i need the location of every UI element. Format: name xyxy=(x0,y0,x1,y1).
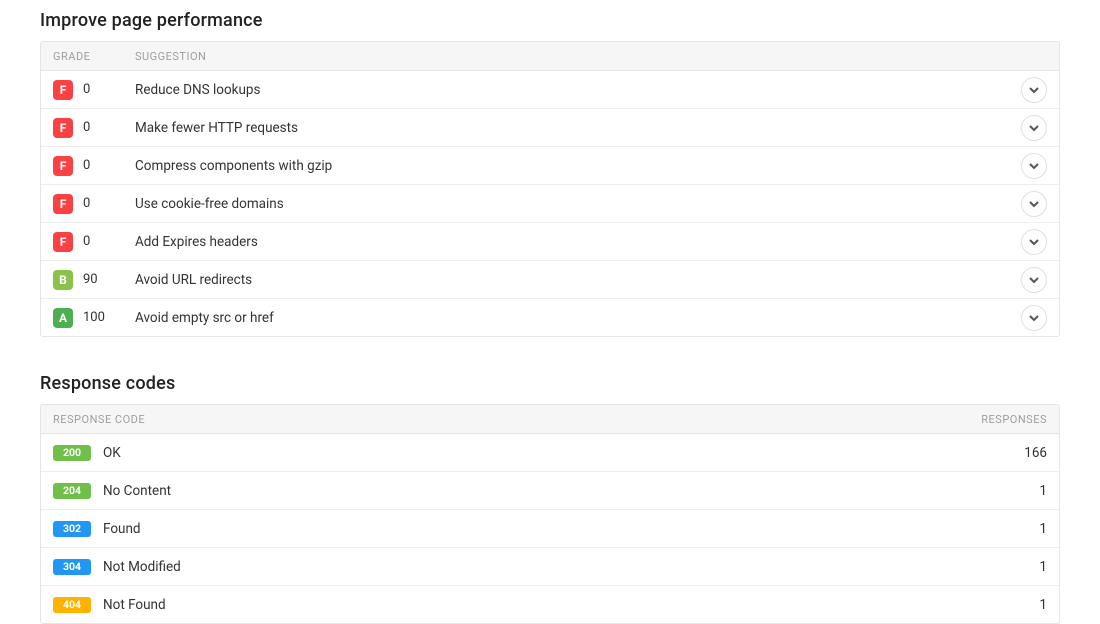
suggestion-text: Avoid URL redirects xyxy=(135,272,1021,288)
responses-header-code: RESPONSE CODE xyxy=(53,413,981,426)
expand-button[interactable] xyxy=(1021,305,1047,331)
response-row: 204 No Content 1 xyxy=(41,472,1059,510)
response-code-badge: 304 xyxy=(53,559,91,575)
grade-score: 100 xyxy=(83,310,105,325)
grade-score: 0 xyxy=(83,82,90,97)
chevron-down-icon xyxy=(1029,123,1039,133)
response-row: 302 Found 1 xyxy=(41,510,1059,548)
grade-badge: B xyxy=(53,270,73,290)
performance-panel: GRADE SUGGESTION F 0 Reduce DNS lookups … xyxy=(40,41,1060,337)
grade-score: 0 xyxy=(83,196,90,211)
performance-row[interactable]: F 0 Make fewer HTTP requests xyxy=(41,109,1059,147)
grade-badge: F xyxy=(53,80,73,100)
performance-row[interactable]: F 0 Compress components with gzip xyxy=(41,147,1059,185)
response-count: 1 xyxy=(987,521,1047,537)
expand-button[interactable] xyxy=(1021,191,1047,217)
response-row: 200 OK 166 xyxy=(41,434,1059,472)
chevron-down-icon xyxy=(1029,199,1039,209)
grade-badge: A xyxy=(53,308,73,328)
chevron-down-icon xyxy=(1029,313,1039,323)
suggestion-text: Make fewer HTTP requests xyxy=(135,120,1021,136)
expand-button[interactable] xyxy=(1021,115,1047,141)
response-row: 404 Not Found 1 xyxy=(41,586,1059,623)
chevron-down-icon xyxy=(1029,275,1039,285)
grade-score: 0 xyxy=(83,158,90,173)
grade-score: 0 xyxy=(83,120,90,135)
responses-header-row: RESPONSE CODE RESPONSES xyxy=(41,405,1059,434)
response-code-text: Not Modified xyxy=(103,559,181,575)
performance-row[interactable]: F 0 Reduce DNS lookups xyxy=(41,71,1059,109)
grade-score: 90 xyxy=(83,272,98,287)
expand-button[interactable] xyxy=(1021,77,1047,103)
response-code-badge: 302 xyxy=(53,521,91,537)
performance-header-row: GRADE SUGGESTION xyxy=(41,42,1059,71)
chevron-down-icon xyxy=(1029,161,1039,171)
response-code-text: No Content xyxy=(103,483,171,499)
response-count: 1 xyxy=(987,483,1047,499)
response-count: 166 xyxy=(987,445,1047,461)
performance-row[interactable]: B 90 Avoid URL redirects xyxy=(41,261,1059,299)
response-count: 1 xyxy=(987,559,1047,575)
performance-header-suggestion: SUGGESTION xyxy=(135,50,1047,63)
grade-badge: F xyxy=(53,194,73,214)
suggestion-text: Avoid empty src or href xyxy=(135,310,1021,326)
response-code-badge: 204 xyxy=(53,483,91,499)
responses-section-title: Response codes xyxy=(40,373,1060,394)
response-code-text: Found xyxy=(103,521,141,537)
expand-button[interactable] xyxy=(1021,267,1047,293)
responses-panel: RESPONSE CODE RESPONSES 200 OK 166 204 N… xyxy=(40,404,1060,624)
response-code-badge: 200 xyxy=(53,445,91,461)
suggestion-text: Compress components with gzip xyxy=(135,158,1021,174)
expand-button[interactable] xyxy=(1021,153,1047,179)
response-code-text: Not Found xyxy=(103,597,166,613)
response-code-text: OK xyxy=(103,445,121,461)
grade-score: 0 xyxy=(83,234,90,249)
expand-button[interactable] xyxy=(1021,229,1047,255)
responses-header-count: RESPONSES xyxy=(981,413,1047,426)
suggestion-text: Use cookie-free domains xyxy=(135,196,1021,212)
chevron-down-icon xyxy=(1029,85,1039,95)
grade-badge: F xyxy=(53,232,73,252)
suggestion-text: Reduce DNS lookups xyxy=(135,82,1021,98)
grade-badge: F xyxy=(53,156,73,176)
performance-section-title: Improve page performance xyxy=(40,10,1060,31)
grade-badge: F xyxy=(53,118,73,138)
response-code-badge: 404 xyxy=(53,597,91,613)
suggestion-text: Add Expires headers xyxy=(135,234,1021,250)
performance-row[interactable]: F 0 Add Expires headers xyxy=(41,223,1059,261)
response-count: 1 xyxy=(987,597,1047,613)
performance-row[interactable]: A 100 Avoid empty src or href xyxy=(41,299,1059,336)
chevron-down-icon xyxy=(1029,237,1039,247)
performance-header-grade: GRADE xyxy=(53,50,135,63)
response-row: 304 Not Modified 1 xyxy=(41,548,1059,586)
performance-row[interactable]: F 0 Use cookie-free domains xyxy=(41,185,1059,223)
